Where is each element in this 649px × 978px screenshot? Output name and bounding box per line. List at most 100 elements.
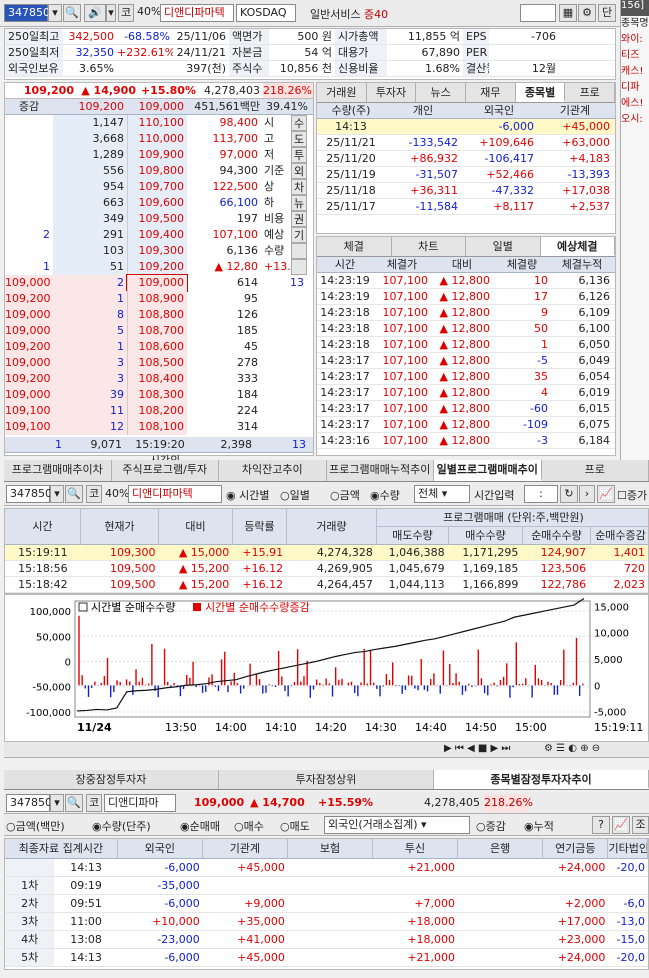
- speaker-dropdown-icon[interactable]: ▾: [106, 4, 116, 22]
- radio-daily[interactable]: ○일별: [280, 487, 310, 503]
- tab-2[interactable]: 종목별잠정투자자추이: [434, 770, 649, 789]
- edge-item[interactable]: 티즈: [621, 48, 649, 64]
- opt-qty[interactable]: ◉수량(단주): [92, 818, 151, 834]
- bid-level-row[interactable]: 109,200 1 108,600 45: [5, 339, 313, 355]
- single-button[interactable]: 단: [598, 4, 616, 22]
- bid-price[interactable]: 108,800: [127, 307, 187, 323]
- tab-2[interactable]: 뉴스: [416, 83, 467, 102]
- tab-1[interactable]: 차트: [392, 237, 466, 256]
- opt-change[interactable]: ○증감: [476, 818, 506, 834]
- next-icon[interactable]: ›: [579, 485, 595, 503]
- program-filter-select[interactable]: 전체 ▾: [414, 485, 470, 503]
- ask-level-row[interactable]: 3,668 110,000 113,700 고 도: [5, 131, 313, 147]
- ask-price[interactable]: 110,000: [127, 131, 187, 147]
- investor-row[interactable]: 25/11/18 +36,311 -47,332 +17,038: [317, 183, 615, 199]
- ask-level-row[interactable]: 349 109,500 197 비용 권: [5, 211, 313, 227]
- tab-4[interactable]: 종목별: [515, 83, 566, 102]
- bottom-code-input[interactable]: 347850: [6, 794, 52, 812]
- trade-row[interactable]: 14:23:17 107,100 ▲ 12,800 4 6,019: [317, 385, 615, 401]
- ask-level-row[interactable]: 2 291 109,400 107,100 예상 기: [5, 227, 313, 243]
- trade-row[interactable]: 14:23:17 107,100 ▲ 12,800 35 6,054: [317, 369, 615, 385]
- code-dropdown-icon[interactable]: ▾: [48, 4, 62, 22]
- chart-icon[interactable]: 📈: [597, 485, 615, 503]
- tab-3[interactable]: 예상체결: [540, 237, 615, 256]
- ask-level-row[interactable]: 954 109,700 122,500 상 차: [5, 179, 313, 195]
- ask-price[interactable]: 110,100: [127, 115, 187, 131]
- tab-1[interactable]: 투자잠정상위: [219, 770, 434, 789]
- tab-0[interactable]: 프로그램매매추이차: [4, 460, 112, 481]
- radio-amount[interactable]: ○금액: [330, 487, 360, 503]
- radio-time[interactable]: ◉ 시간별: [226, 487, 269, 503]
- program-code-input[interactable]: 347850: [6, 485, 52, 503]
- ask-price[interactable]: 109,500: [127, 211, 187, 227]
- ask-level-row[interactable]: 151109,200 ▲ 12,80 +13.57%: [5, 259, 313, 275]
- ask-price[interactable]: 109,200: [127, 259, 187, 275]
- radio-qty[interactable]: ◉수량: [370, 487, 400, 503]
- edge-item[interactable]: 캐스!: [621, 64, 649, 80]
- investor-row[interactable]: 25/11/20 +86,932 -106,417 +4,183: [317, 151, 615, 167]
- trade-row[interactable]: 14:23:18 107,100 ▲ 12,800 50 6,100: [317, 321, 615, 337]
- ask-price[interactable]: 109,700: [127, 179, 187, 195]
- trade-row[interactable]: 14:23:18 107,100 ▲ 12,800 1 6,050: [317, 337, 615, 353]
- bid-price[interactable]: 108,100: [127, 419, 187, 435]
- tab-0[interactable]: 거래원: [317, 83, 367, 102]
- side-button[interactable]: [291, 259, 307, 275]
- bottom-chart-icon[interactable]: 📈: [612, 816, 630, 834]
- edge-item[interactable]: 디파: [621, 80, 649, 96]
- bottom-code-dropdown-icon[interactable]: ▾: [50, 794, 64, 812]
- ask-price[interactable]: 109,900: [127, 147, 187, 163]
- bottom-search-icon[interactable]: 🔍: [65, 794, 83, 812]
- bid-level-row[interactable]: 109,000 2 109,000 614 13: [5, 274, 313, 292]
- tab-0[interactable]: 장중잠정투자자: [4, 770, 219, 789]
- side-button[interactable]: 권: [291, 211, 307, 227]
- bid-level-row[interactable]: 109,200 3 108,400 333: [5, 371, 313, 387]
- bid-price[interactable]: 108,600: [127, 339, 187, 355]
- edge-item[interactable]: 에스!: [621, 96, 649, 112]
- side-button[interactable]: 도: [291, 131, 307, 147]
- investor-row[interactable]: 25/11/19 -31,507 +52,466 -13,393: [317, 167, 615, 183]
- grid-icon[interactable]: ▦: [559, 4, 577, 22]
- side-button[interactable]: 투: [291, 147, 307, 163]
- trend-row[interactable]: 4차 13:08 -23,000 +41,000 +18,000 +23,000 -15,0: [5, 931, 648, 949]
- opt-buy[interactable]: ○매수: [234, 818, 264, 834]
- bid-level-row[interactable]: 109,100 11 108,200 224: [5, 403, 313, 419]
- chart-nav-buttons[interactable]: ▶ ⏮ ◀ ■ ▶ ⏭: [444, 743, 510, 754]
- opt-amount[interactable]: ○금액(백만): [6, 818, 65, 834]
- ask-level-row[interactable]: 1,289 109,900 97,000 저 투: [5, 147, 313, 163]
- side-button[interactable]: [291, 243, 307, 259]
- tab-4[interactable]: 일별프로그램매매추이: [434, 460, 542, 481]
- trade-row[interactable]: 14:23:18 107,100 ▲ 12,800 9 6,109: [317, 305, 615, 321]
- bottom-stock-name[interactable]: 디앤디파마: [104, 794, 176, 812]
- bid-price[interactable]: 109,000: [126, 274, 188, 292]
- edge-item[interactable]: 와이:: [621, 32, 649, 48]
- trade-row[interactable]: 14:23:17 107,100 ▲ 12,800 -109 6,075: [317, 417, 615, 433]
- ask-level-row[interactable]: 663 109,600 66,100 하 뉴: [5, 195, 313, 211]
- ask-level-row[interactable]: 1,147 110,100 98,400 시 수: [5, 115, 313, 131]
- bid-level-row[interactable]: 109,100 12 108,100 314: [5, 419, 313, 435]
- program-stock-name[interactable]: 디앤디파마텍: [128, 485, 222, 503]
- trade-row[interactable]: 14:23:16 107,100 ▲ 12,800 -3 6,184: [317, 433, 615, 449]
- edge-item[interactable]: 오시:: [621, 112, 649, 128]
- extra-input[interactable]: [520, 4, 556, 22]
- trend-row[interactable]: 1차 09:19 -35,000: [5, 877, 648, 895]
- ask-level-row[interactable]: 103 109,300 6,136 수량: [5, 243, 313, 259]
- tab-1[interactable]: 투자자: [367, 83, 417, 102]
- tab-0[interactable]: 체결: [317, 237, 392, 256]
- side-button[interactable]: 기: [291, 227, 307, 243]
- help-button[interactable]: ?: [592, 816, 610, 834]
- investor-row[interactable]: 25/11/21 -133,542 +109,646 +63,000: [317, 135, 615, 151]
- increase-checkbox[interactable]: ☐증가: [617, 487, 647, 503]
- edge-item[interactable]: 종목명: [621, 16, 649, 32]
- search-icon[interactable]: 🔍: [63, 4, 81, 22]
- tab-1[interactable]: 주식프로그램/투자: [112, 460, 219, 481]
- investor-row[interactable]: 14:13 -6,000 +45,000: [317, 119, 615, 135]
- program-row[interactable]: 15:19:11 109,300 ▲ 15,000 +15.91 4,274,328 1,…: [5, 545, 648, 561]
- tab-3[interactable]: 재무: [466, 83, 516, 102]
- stock-code-input[interactable]: 347850: [4, 4, 50, 22]
- bid-price[interactable]: 108,500: [127, 355, 187, 371]
- bid-price[interactable]: 108,200: [127, 403, 187, 419]
- bid-level-row[interactable]: 109,000 3 108,500 278: [5, 355, 313, 371]
- ask-price[interactable]: 109,800: [127, 163, 187, 179]
- gear-icon[interactable]: ⚙: [578, 4, 596, 22]
- bid-level-row[interactable]: 109,200 1 108,900 95: [5, 291, 313, 307]
